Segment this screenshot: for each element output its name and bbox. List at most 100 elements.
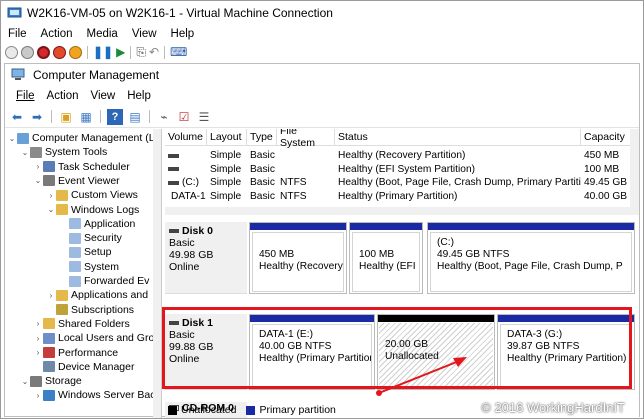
checklist-icon[interactable]: ☑ [176, 109, 192, 125]
shut-down-icon[interactable] [53, 45, 66, 59]
reset-icon[interactable]: ▶ [116, 45, 125, 59]
type-cell[interactable]: Basic [250, 163, 277, 176]
list-view-icon[interactable]: ☰ [196, 109, 212, 125]
expand-icon[interactable]: › [33, 391, 43, 400]
tree-item[interactable]: › Shared Folders [33, 317, 130, 331]
vm-menu-file[interactable]: File [1, 28, 34, 40]
start-icon[interactable] [21, 45, 34, 59]
capacity-cell[interactable]: 40.00 GB [584, 190, 631, 203]
tree-item[interactable]: System [59, 260, 119, 274]
expand-icon[interactable]: › [46, 191, 56, 200]
type-cell[interactable]: Basic [250, 149, 277, 162]
ctrl-alt-del-icon[interactable] [5, 45, 18, 59]
volume-cell[interactable]: (C:) [168, 176, 207, 189]
disk-label[interactable]: Disk 0 Basic 49.98 GB Online [165, 222, 247, 294]
column-header-status[interactable]: Status [335, 129, 581, 146]
cm-menu-view[interactable]: View [85, 90, 122, 102]
partition[interactable]: 100 MBHealthy (EFI Sy [349, 222, 423, 294]
status-cell[interactable]: Healthy (Recovery Partition) [338, 149, 581, 162]
type-cell[interactable]: Basic [250, 176, 277, 189]
vm-menu-view[interactable]: View [125, 28, 164, 40]
volume-cell[interactable]: DATA-1 (E:) [168, 190, 207, 203]
column-header-type[interactable]: Type [247, 129, 277, 146]
horizontal-scrollbar[interactable] [165, 207, 639, 215]
tree-item[interactable]: Application [59, 217, 135, 231]
fs-cell[interactable]: NTFS [280, 190, 335, 203]
tree-item[interactable]: ⌄ Windows Logs [46, 203, 140, 217]
save-state-icon[interactable] [69, 45, 82, 59]
collapse-icon[interactable]: ⌄ [20, 377, 30, 386]
revert-icon[interactable]: ↶ [149, 45, 159, 59]
type-cell[interactable]: Basic [250, 190, 277, 203]
tree-item[interactable]: › Task Scheduler [33, 160, 130, 174]
status-cell[interactable]: Healthy (Primary Partition) [338, 190, 581, 203]
capacity-cell[interactable]: 100 MB [584, 163, 631, 176]
collapse-icon[interactable]: ⌄ [33, 176, 43, 185]
expand-icon[interactable]: › [33, 162, 43, 171]
tree-scrollbar[interactable] [153, 129, 161, 418]
layout-cell[interactable]: Simple [210, 163, 247, 176]
collapse-icon[interactable]: ⌄ [7, 134, 17, 143]
vm-menu-media[interactable]: Media [80, 28, 125, 40]
volume-cell[interactable] [168, 163, 207, 176]
tree-item[interactable]: › Applications and [46, 288, 148, 302]
expand-icon[interactable]: › [33, 319, 43, 328]
tree-item-label: Event Viewer [58, 174, 120, 187]
tree-item[interactable]: ⌄ Event Viewer [33, 174, 120, 188]
tree-item[interactable]: › Local Users and Grou [33, 331, 160, 345]
tree-item[interactable]: › Performance [33, 346, 118, 360]
fs-cell[interactable] [280, 149, 335, 162]
volume-name: DATA-1 (E:) [171, 190, 207, 202]
cm-menu-file[interactable]: File [10, 90, 41, 102]
expand-icon[interactable]: › [33, 334, 43, 343]
help-icon[interactable]: ? [107, 108, 123, 125]
back-icon[interactable]: ⬅ [9, 109, 25, 125]
show-hide-tree-icon[interactable]: ▦ [78, 109, 94, 125]
tree-item[interactable]: Subscriptions [46, 303, 134, 317]
cm-menu-help[interactable]: Help [121, 90, 157, 102]
tree-item[interactable]: ⌄ System Tools [20, 145, 108, 159]
turn-off-icon[interactable] [37, 45, 50, 59]
column-header-file-system[interactable]: File System [277, 129, 335, 149]
fs-cell[interactable] [280, 163, 335, 176]
status-cell[interactable]: Healthy (Boot, Page File, Crash Dump, Pr… [338, 176, 581, 189]
vm-menu-action[interactable]: Action [34, 28, 80, 40]
tree-item[interactable]: ⌄ Computer Management (Lo [7, 131, 161, 145]
enhanced-session-icon[interactable]: ⌨ [170, 45, 187, 59]
vm-menu-help[interactable]: Help [164, 28, 202, 40]
tree-item[interactable]: › Windows Server Bac [33, 388, 156, 402]
up-folder-icon[interactable]: ▣ [58, 109, 74, 125]
column-header-capacity[interactable]: Capacity [581, 129, 631, 146]
checkpoint-icon[interactable]: ⎘ [136, 45, 146, 60]
layout-cell[interactable]: Simple [210, 176, 247, 189]
tree-item[interactable]: ⌄ Storage [20, 374, 82, 388]
forward-icon[interactable]: ➡ [29, 109, 45, 125]
vertical-scrollbar[interactable] [630, 129, 639, 207]
tree-item[interactable]: › Custom Views [46, 188, 138, 202]
layout-cell[interactable]: Simple [210, 190, 247, 203]
partition[interactable]: 450 MBHealthy (Recovery Pa [249, 222, 347, 294]
fs-cell[interactable]: NTFS [280, 176, 335, 189]
primary-swatch [246, 405, 256, 415]
tree-item[interactable]: Security [59, 231, 122, 245]
expand-icon[interactable]: › [33, 348, 43, 357]
tree-item[interactable]: Device Manager [33, 360, 134, 374]
collapse-icon[interactable]: ⌄ [20, 148, 30, 157]
cm-menu-action[interactable]: Action [41, 90, 85, 102]
tree-item[interactable]: Setup [59, 245, 111, 259]
properties-icon[interactable]: ▤ [127, 109, 143, 125]
pause-icon[interactable]: ❚❚ [93, 45, 113, 59]
capacity-cell[interactable]: 450 MB [584, 149, 631, 162]
column-header-layout[interactable]: Layout [207, 129, 247, 146]
cm-menubar: File Action View Help [5, 87, 639, 105]
volume-cell[interactable] [168, 149, 207, 162]
column-header-volume[interactable]: Volume [165, 129, 207, 146]
tree-item[interactable]: Forwarded Ev [59, 274, 149, 288]
collapse-icon[interactable]: ⌄ [46, 205, 56, 214]
status-cell[interactable]: Healthy (EFI System Partition) [338, 163, 581, 176]
expand-icon[interactable]: › [46, 291, 56, 300]
partition[interactable]: (C:) 49.45 GB NTFS Healthy (Boot, Page Fil… [427, 222, 635, 294]
connect-icon[interactable]: ⌁ [156, 109, 172, 125]
capacity-cell[interactable]: 49.45 GB [584, 176, 631, 189]
layout-cell[interactable]: Simple [210, 149, 247, 162]
